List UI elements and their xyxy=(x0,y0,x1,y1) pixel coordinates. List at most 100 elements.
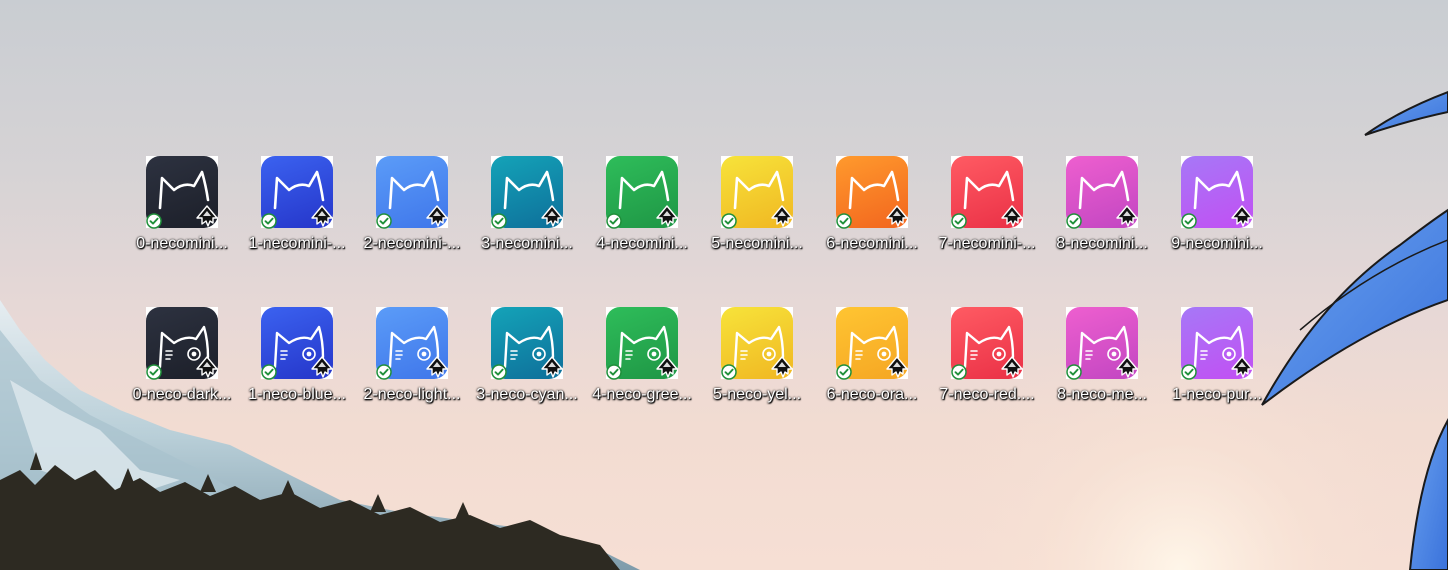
desktop-icon[interactable]: 1-neco-pur... xyxy=(1160,307,1274,417)
green-checkmark-icon xyxy=(491,213,507,229)
desktop-icon-label: 3-neco-cyan... xyxy=(476,386,578,403)
desktop-icon-label: 2-neco-light... xyxy=(363,386,461,403)
desktop-icon-label: 8-neco-me... xyxy=(1057,386,1147,403)
green-checkmark-icon xyxy=(376,364,392,380)
desktop-icon-label: 1-neco-blue... xyxy=(248,386,346,403)
desktop-icon-label: 4-necomini... xyxy=(596,235,688,252)
inkscape-icon xyxy=(769,355,795,381)
file-thumbnail xyxy=(146,307,220,381)
desktop-icon-label: 2-necomini-... xyxy=(363,235,461,252)
file-thumbnail xyxy=(261,156,335,230)
inkscape-icon xyxy=(999,355,1025,381)
inkscape-icon xyxy=(194,355,220,381)
desktop-icon[interactable]: 7-necomini-... xyxy=(930,156,1044,266)
desktop-icon[interactable]: 9-necomini... xyxy=(1160,156,1274,266)
inkscape-icon xyxy=(884,204,910,230)
desktop-icon-label: 0-necomini... xyxy=(136,235,228,252)
inkscape-icon xyxy=(539,355,565,381)
green-checkmark-icon xyxy=(721,213,737,229)
inkscape-icon xyxy=(769,204,795,230)
file-thumbnail xyxy=(491,156,565,230)
desktop-icon[interactable]: 8-neco-me... xyxy=(1045,307,1159,417)
file-thumbnail xyxy=(721,307,795,381)
green-checkmark-icon xyxy=(146,213,162,229)
file-thumbnail xyxy=(606,307,680,381)
inkscape-icon xyxy=(309,355,335,381)
green-checkmark-icon xyxy=(1181,364,1197,380)
green-checkmark-icon xyxy=(606,364,622,380)
desktop-icon-label: 3-necomini... xyxy=(481,235,573,252)
green-checkmark-icon xyxy=(606,213,622,229)
desktop-icon[interactable]: 5-necomini... xyxy=(700,156,814,266)
file-thumbnail xyxy=(146,156,220,230)
inkscape-icon xyxy=(1114,204,1140,230)
green-checkmark-icon xyxy=(1066,213,1082,229)
file-thumbnail xyxy=(951,156,1025,230)
desktop-icon-label: 8-necomini... xyxy=(1056,235,1148,252)
desktop-icon-label: 9-necomini... xyxy=(1171,235,1263,252)
desktop-icon-label: 6-necomini... xyxy=(826,235,918,252)
desktop-icon-label: 1-neco-pur... xyxy=(1172,386,1262,403)
green-checkmark-icon xyxy=(721,364,737,380)
green-checkmark-icon xyxy=(261,213,277,229)
file-thumbnail xyxy=(1066,307,1140,381)
inkscape-icon xyxy=(424,204,450,230)
inkscape-icon xyxy=(999,204,1025,230)
file-thumbnail xyxy=(1181,307,1255,381)
inkscape-icon xyxy=(1114,355,1140,381)
file-thumbnail xyxy=(261,307,335,381)
green-checkmark-icon xyxy=(836,213,852,229)
desktop-icon-label: 7-necomini-... xyxy=(938,235,1036,252)
file-thumbnail xyxy=(491,307,565,381)
inkscape-icon xyxy=(654,355,680,381)
desktop-icon[interactable]: 3-neco-cyan... xyxy=(470,307,584,417)
file-thumbnail xyxy=(376,156,450,230)
inkscape-icon xyxy=(194,204,220,230)
green-checkmark-icon xyxy=(951,213,967,229)
desktop-icon[interactable]: 4-necomini... xyxy=(585,156,699,266)
desktop-icon[interactable]: 6-necomini... xyxy=(815,156,929,266)
file-thumbnail xyxy=(606,156,678,229)
green-checkmark-icon xyxy=(951,364,967,380)
file-thumbnail xyxy=(1066,156,1140,230)
desktop-icon[interactable]: 0-necomini... xyxy=(125,156,239,266)
inkscape-icon xyxy=(1229,355,1255,381)
inkscape-icon xyxy=(539,204,565,230)
desktop-icon-label: 0-neco-dark... xyxy=(132,386,232,403)
desktop-icon[interactable]: 2-neco-light... xyxy=(355,307,469,417)
file-thumbnail xyxy=(721,156,795,230)
green-checkmark-icon xyxy=(1181,213,1197,229)
desktop-icon[interactable]: 2-necomini-... xyxy=(355,156,469,266)
desktop-icon[interactable]: 4-neco-gree... xyxy=(585,307,699,417)
desktop-icon-label: 5-neco-yel... xyxy=(712,386,802,403)
green-checkmark-icon xyxy=(1066,364,1082,380)
desktop-icon-label: 7-neco-red.... xyxy=(939,386,1035,403)
green-checkmark-icon xyxy=(146,364,162,380)
desktop-icon-label: 5-necomini... xyxy=(711,235,803,252)
green-checkmark-icon xyxy=(491,364,507,380)
desktop-icon[interactable]: 0-neco-dark... xyxy=(125,307,239,417)
green-checkmark-icon xyxy=(836,364,852,380)
desktop-icon[interactable]: 7-neco-red.... xyxy=(930,307,1044,417)
inkscape-icon xyxy=(1229,204,1255,230)
desktop-icon[interactable]: 3-necomini... xyxy=(470,156,584,266)
desktop-icon-label: 1-necomini-... xyxy=(248,235,346,252)
inkscape-icon xyxy=(884,355,910,381)
desktop-icon[interactable]: 6-neco-ora... xyxy=(815,307,929,417)
desktop-icon[interactable]: 5-neco-yel... xyxy=(700,307,814,417)
green-checkmark-icon xyxy=(376,213,392,229)
file-thumbnail xyxy=(376,307,448,380)
desktop-icon[interactable]: 1-neco-blue... xyxy=(240,307,354,417)
desktop-icon-label: 6-neco-ora... xyxy=(826,386,918,403)
green-checkmark-icon xyxy=(261,364,277,380)
file-thumbnail xyxy=(951,307,1025,381)
wallpaper xyxy=(0,90,1448,570)
file-thumbnail xyxy=(836,156,910,230)
desktop-icon[interactable]: 1-necomini-... xyxy=(240,156,354,266)
file-thumbnail xyxy=(836,307,910,381)
inkscape-icon xyxy=(309,204,335,230)
desktop-icon-label: 4-neco-gree... xyxy=(592,386,692,403)
desktop[interactable]: 0-necomini... 1-necomini-... 2-necomini-..… xyxy=(0,0,1448,570)
file-thumbnail xyxy=(1181,156,1255,230)
desktop-icon[interactable]: 8-necomini... xyxy=(1045,156,1159,266)
